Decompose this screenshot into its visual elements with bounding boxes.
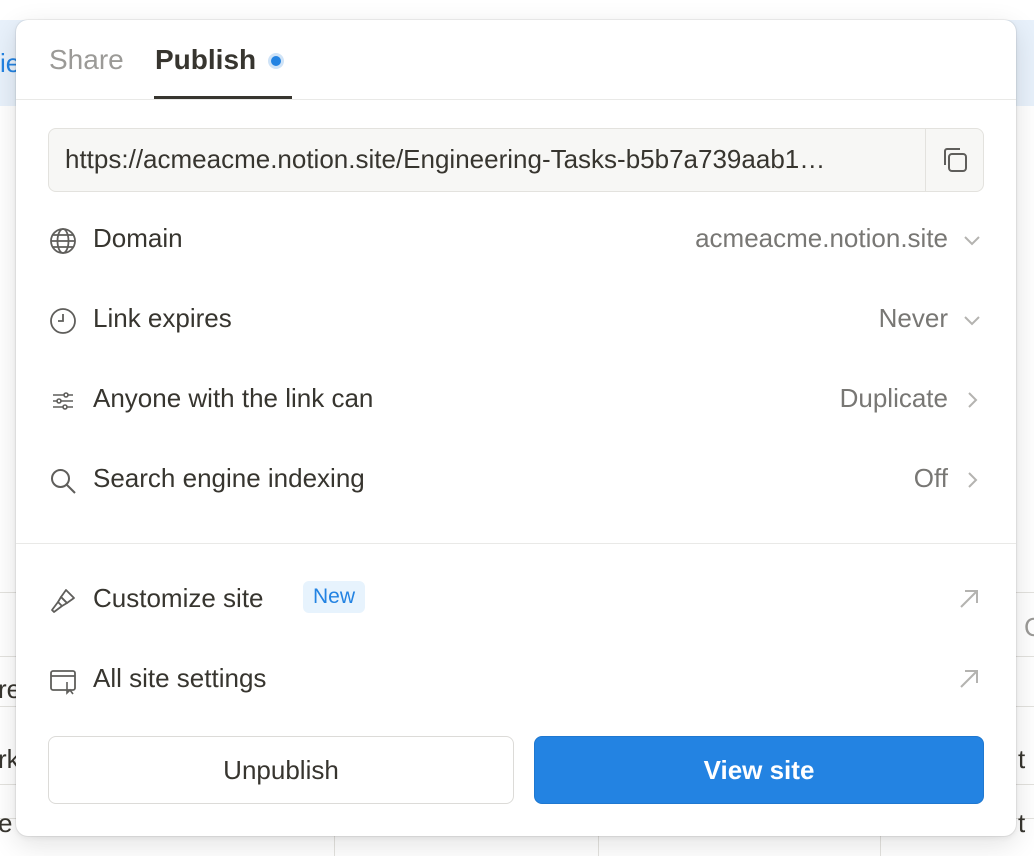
customize-site-label: Customize site [93,583,264,613]
external-arrow-icon[interactable] [956,586,982,612]
clock-icon [50,308,76,334]
published-url-field[interactable]: https://acmeacme.notion.site/Engineering… [48,128,984,192]
link-expires-setting-row[interactable]: Link expires Never [48,288,984,352]
all-site-settings-label: All site settings [93,663,267,693]
search-icon [51,469,76,494]
customize-site-link-row[interactable]: Customize site New [48,568,984,632]
background-cell-fragment: e [0,808,13,838]
paintbrush-icon [51,589,75,613]
search-indexing-label: Search engine indexing [93,463,365,493]
link-permission-setting-row[interactable]: Anyone with the link can Duplicate [48,368,984,432]
browser-window-icon [50,670,76,695]
domain-setting-row[interactable]: Domain acmeacme.notion.site [48,208,984,272]
domain-label: Domain [93,223,183,253]
background-cell-fragment: C [1024,612,1034,642]
section-divider [16,543,1016,544]
background-cell-fragment: t [1018,808,1026,838]
active-tab-indicator [154,96,292,99]
view-site-button[interactable]: View site [534,736,984,804]
tab-publish[interactable]: Publish [155,44,256,100]
new-badge: New [303,581,366,613]
published-url-text[interactable]: https://acmeacme.notion.site/Engineering… [65,144,911,175]
copy-icon [943,148,967,172]
chevron-right-icon[interactable] [960,468,984,492]
link-expires-label: Link expires [93,303,232,333]
external-arrow-icon[interactable] [956,666,982,692]
popover-tabs: Share Publish [16,20,1016,100]
chevron-down-icon[interactable] [960,308,984,332]
tab-share[interactable]: Share [49,44,124,100]
sliders-icon [53,392,73,410]
published-status-dot-icon [268,53,284,69]
all-site-settings-link-row[interactable]: All site settings [48,648,984,712]
link-permission-label: Anyone with the link can [93,383,374,413]
publish-popover: Share Publish https://acmeacme.notion.si… [16,20,1016,836]
unpublish-button[interactable]: Unpublish [48,736,514,804]
globe-icon [50,228,76,254]
copy-link-button[interactable] [925,129,983,191]
chevron-down-icon[interactable] [960,228,984,252]
chevron-right-icon[interactable] [960,388,984,412]
link-expires-value[interactable]: Never [879,303,948,334]
domain-value[interactable]: acmeacme.notion.site [695,223,948,254]
background-cell-fragment: t [1018,744,1026,774]
link-permission-value[interactable]: Duplicate [840,383,948,414]
search-indexing-value[interactable]: Off [914,463,948,494]
search-indexing-setting-row[interactable]: Search engine indexing Off [48,448,984,512]
